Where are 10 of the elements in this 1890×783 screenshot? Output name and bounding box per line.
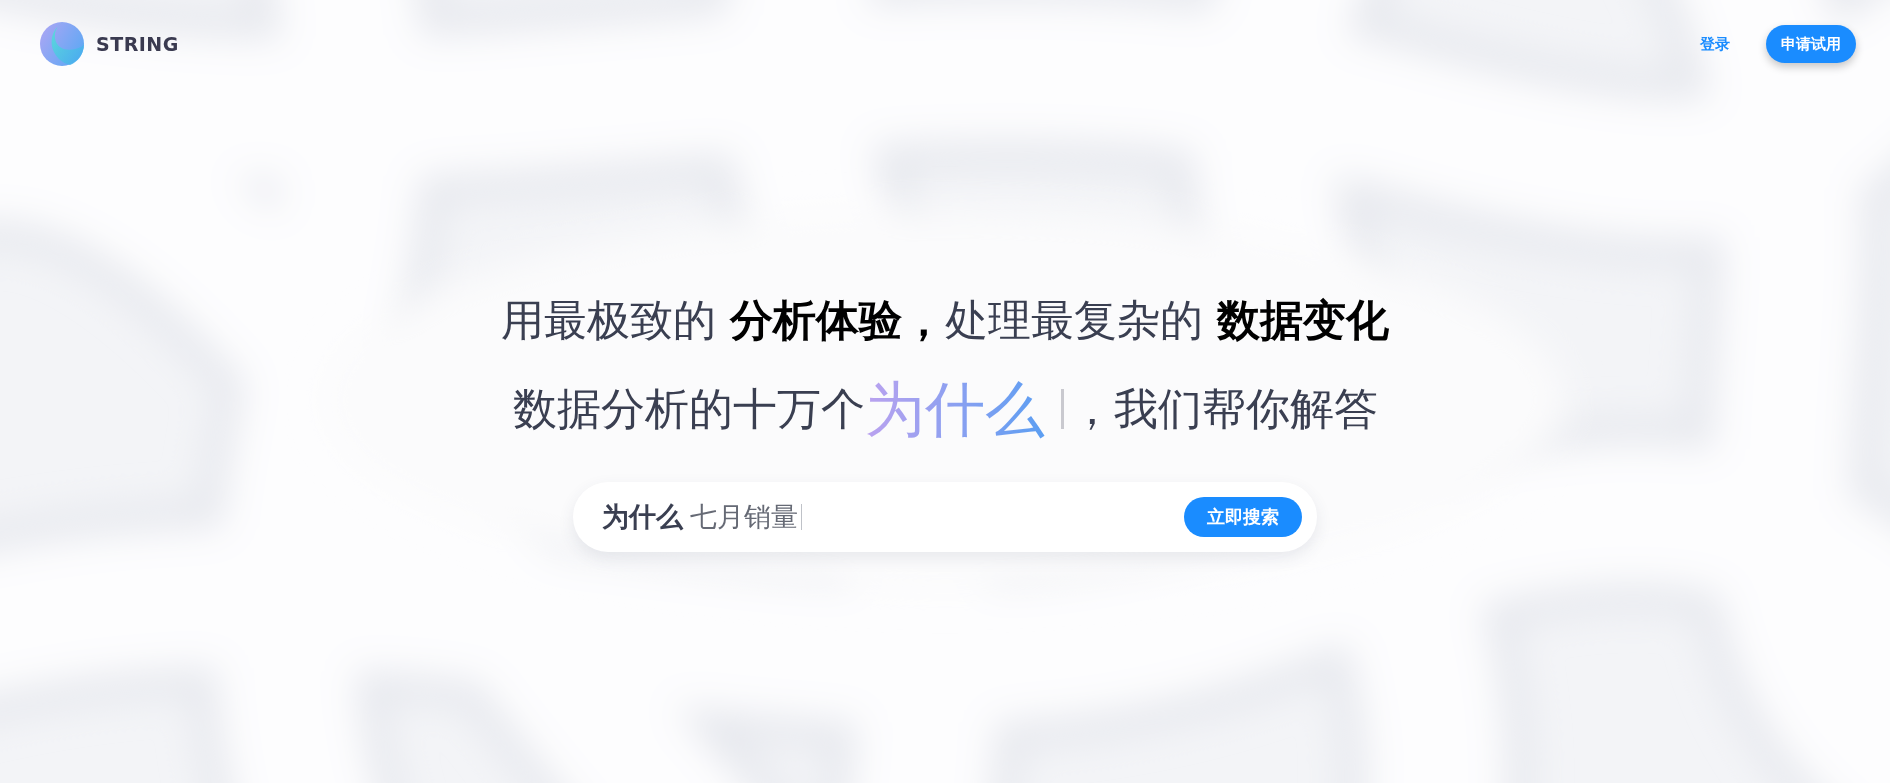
logo-text: STRING xyxy=(96,33,179,55)
search-prefix-label: 为什么 xyxy=(602,500,683,534)
tagline-text: 数据分析的十万个 xyxy=(512,382,865,436)
tagline-text: ，我们帮你解答 xyxy=(1069,382,1378,436)
login-link[interactable]: 登录 xyxy=(1700,34,1730,54)
search-field[interactable]: 七月销量 xyxy=(690,497,1184,537)
trial-button[interactable]: 申请试用 xyxy=(1766,25,1856,63)
logo-icon xyxy=(40,22,84,66)
search-button[interactable]: 立即搜索 xyxy=(1184,497,1302,537)
headline: 用最极致的 分析体验，处理最复杂的 数据变化 xyxy=(501,294,1389,347)
